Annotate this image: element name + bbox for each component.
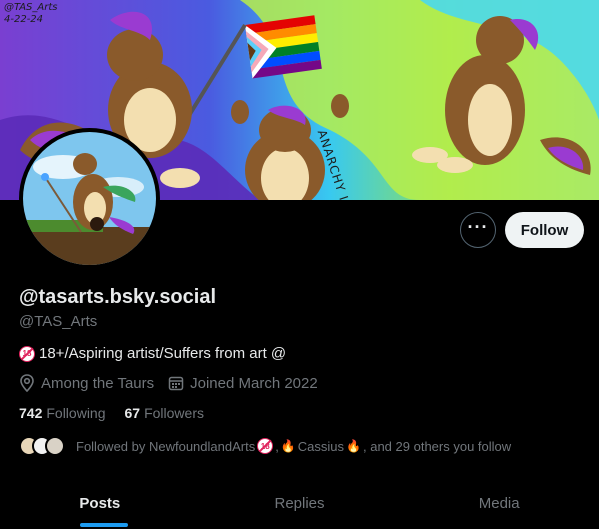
profile-tabs: Posts Replies Media <box>0 481 599 529</box>
followed-by-separator: , <box>275 438 279 454</box>
avatar <box>45 436 65 456</box>
ellipsis-icon: ··· <box>467 217 489 237</box>
location-item: Among the Taurs <box>19 374 154 392</box>
followed-by-prefix: Followed by NewfoundlandArts <box>76 438 256 454</box>
banner-signature: @TAS_Arts 4-22-24 <box>4 2 57 26</box>
tab-media[interactable]: Media <box>399 481 599 529</box>
followed-by-row[interactable]: Followed by NewfoundlandArts 18 , 🔥 Cass… <box>19 436 511 456</box>
followers-link[interactable]: 67 Followers <box>125 405 204 421</box>
profile-handle: @TAS_Arts <box>19 313 98 330</box>
following-link[interactable]: 742 Following <box>19 405 106 421</box>
profile-bio: 18 18+/Aspiring artist/Suffers from art … <box>19 345 286 362</box>
display-name: @tasarts.bsky.social <box>19 286 217 308</box>
calendar-icon <box>168 376 184 391</box>
followed-by-suffix: , and 29 others you follow <box>363 438 512 454</box>
followed-by-text: Followed by NewfoundlandArts 18 , 🔥 Cass… <box>76 438 511 454</box>
bio-text: 18+/Aspiring artist/Suffers from art @ <box>39 345 287 362</box>
signature-handle: @TAS_Arts <box>4 2 58 13</box>
followed-by-name2: Cassius <box>297 438 345 454</box>
location-text: Among the Taurs <box>41 374 155 392</box>
active-tab-indicator <box>80 523 128 527</box>
adult-content-icon: 18 <box>257 438 274 454</box>
tab-posts[interactable]: Posts <box>0 481 200 529</box>
profile-meta: Among the Taurs Joined March 2022 <box>19 374 332 392</box>
more-options-button[interactable]: ··· <box>460 212 496 248</box>
follow-counts: 742 Following 67 Followers <box>19 405 223 421</box>
fire-icon: 🔥 <box>346 439 361 453</box>
following-label: Following <box>46 405 106 421</box>
adult-content-icon: 18 <box>19 345 35 362</box>
following-count: 742 <box>19 405 43 421</box>
followers-label: Followers <box>144 405 204 421</box>
joined-text: Joined March 2022 <box>190 374 318 392</box>
tab-replies[interactable]: Replies <box>200 481 400 529</box>
followed-by-avatars <box>19 436 65 456</box>
followers-count: 67 <box>124 405 141 421</box>
signature-date: 4-22-24 <box>4 14 44 25</box>
profile-avatar[interactable] <box>19 128 160 269</box>
fire-icon: 🔥 <box>280 439 296 453</box>
follow-button[interactable]: Follow <box>505 212 584 248</box>
joined-item: Joined March 2022 <box>168 375 318 392</box>
location-pin-icon <box>20 374 34 392</box>
